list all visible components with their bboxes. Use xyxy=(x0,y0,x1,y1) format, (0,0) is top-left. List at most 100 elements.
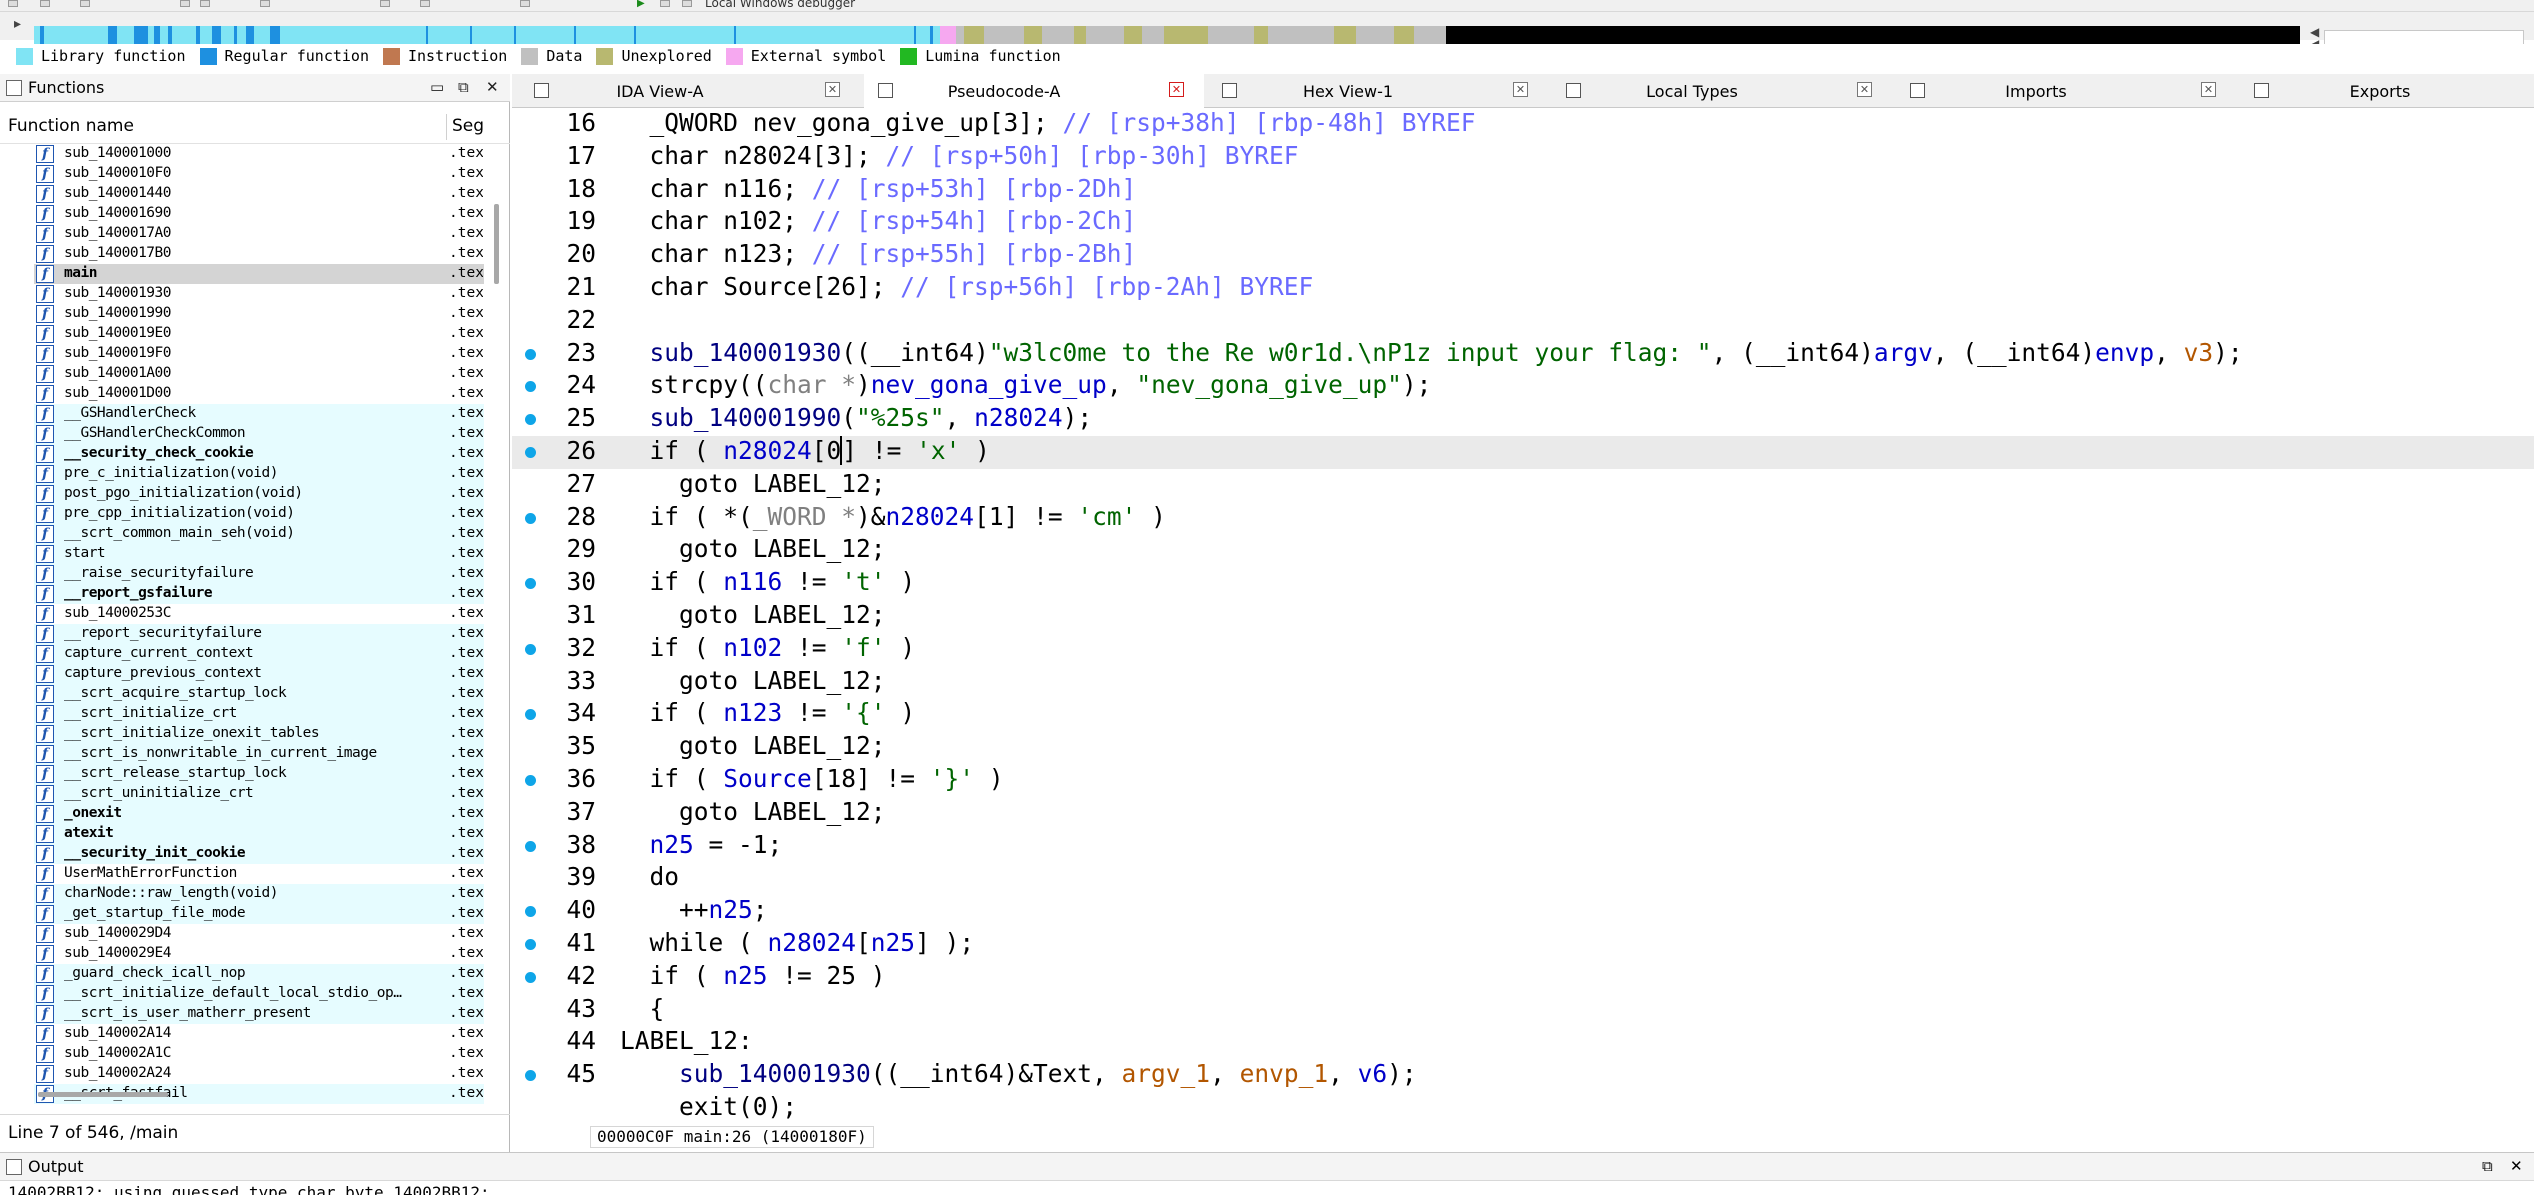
function-row[interactable]: f sub_1400017A0 .tex xyxy=(34,224,484,244)
function-row[interactable]: f _guard_check_icall_nop .tex xyxy=(34,964,484,984)
tab-pseudocode-a[interactable]: Pseudocode-A ✕ xyxy=(864,74,1204,108)
function-row[interactable]: f sub_1400019F0 .tex xyxy=(34,344,484,364)
function-row[interactable]: f pre_cpp_initialization(void) .tex xyxy=(34,504,484,524)
tab-exports[interactable]: Exports xyxy=(2240,74,2534,108)
function-row[interactable]: f sub_140002A14 .tex xyxy=(34,1024,484,1044)
nav-left-arrow-icon[interactable]: ▸ xyxy=(14,16,21,32)
toolbar-icon[interactable] xyxy=(180,0,190,7)
breakpoint-dot-icon[interactable] xyxy=(525,840,536,852)
code-line[interactable]: 43 { xyxy=(512,994,2534,1027)
breakpoint-dot-icon[interactable] xyxy=(525,709,536,721)
toolbar-icon[interactable] xyxy=(660,0,670,7)
code-line[interactable]: 36 if ( Source[18] != '}' ) xyxy=(512,764,2534,797)
function-row[interactable]: f sub_140001990 .tex xyxy=(34,304,484,324)
float-icon[interactable]: ⧉ xyxy=(2482,1157,2493,1175)
function-row[interactable]: f sub_140002A1C .tex xyxy=(34,1044,484,1064)
code-line[interactable]: exit(0); xyxy=(512,1092,2534,1125)
code-line[interactable]: 17 char n28024[3]; // [rsp+50h] [rbp-30h… xyxy=(512,141,2534,174)
code-line[interactable]: 26 if ( n28024[0] != 'x' ) xyxy=(512,436,2534,469)
debugger-selector[interactable]: Local Windows debugger xyxy=(705,0,855,10)
toolbar-icon[interactable] xyxy=(380,0,390,7)
close-icon[interactable]: ✕ xyxy=(486,78,499,96)
function-row[interactable]: f sub_1400019E0 .tex xyxy=(34,324,484,344)
function-row[interactable]: f __raise_securityfailure .tex xyxy=(34,564,484,584)
breakpoint-dot-icon[interactable] xyxy=(525,414,536,426)
function-row[interactable]: f atexit .tex xyxy=(34,824,484,844)
function-row[interactable]: f __scrt_release_startup_lock .tex xyxy=(34,764,484,784)
function-row[interactable]: f sub_1400029E4 .tex xyxy=(34,944,484,964)
tab-close-icon[interactable]: ✕ xyxy=(1857,82,1872,97)
breakpoint-dot-icon[interactable] xyxy=(525,643,536,655)
functions-horizontal-scrollbar[interactable] xyxy=(38,1092,168,1097)
tab-ida-view-a[interactable]: IDA View-A ✕ xyxy=(520,74,860,108)
function-row[interactable]: f sub_140001A00 .tex xyxy=(34,364,484,384)
code-line[interactable]: 41 while ( n28024[n25] ); xyxy=(512,928,2534,961)
tab-close-icon[interactable]: ✕ xyxy=(825,82,840,97)
function-row[interactable]: f _get_startup_file_mode .tex xyxy=(34,904,484,924)
function-row[interactable]: f __report_gsfailure .tex xyxy=(34,584,484,604)
function-row[interactable]: f __scrt_common_main_seh(void) .tex xyxy=(34,524,484,544)
function-row[interactable]: f _onexit .tex xyxy=(34,804,484,824)
function-row[interactable]: f sub_140002A24 .tex xyxy=(34,1064,484,1084)
function-row[interactable]: f __GSHandlerCheck .tex xyxy=(34,404,484,424)
float-icon[interactable]: ⧉ xyxy=(458,78,469,96)
code-line[interactable]: 23 sub_140001930((__int64)"w3lc0me to th… xyxy=(512,338,2534,371)
function-row[interactable]: f sub_1400010F0 .tex xyxy=(34,164,484,184)
function-row[interactable]: f __scrt_initialize_onexit_tables .tex xyxy=(34,724,484,744)
start-debugger-icon[interactable]: ▶ xyxy=(637,0,645,9)
breakpoint-dot-icon[interactable] xyxy=(525,1070,536,1082)
function-row[interactable]: f sub_14000253C .tex xyxy=(34,604,484,624)
code-line[interactable]: 39 do xyxy=(512,862,2534,895)
breakpoint-dot-icon[interactable] xyxy=(525,578,536,590)
column-function-name[interactable]: Function name xyxy=(8,116,134,136)
function-row[interactable]: f __scrt_uninitialize_crt .tex xyxy=(34,784,484,804)
code-line[interactable]: 32 if ( n102 != 'f' ) xyxy=(512,633,2534,666)
function-row[interactable]: f __GSHandlerCheckCommon .tex xyxy=(34,424,484,444)
function-row[interactable]: f main .tex xyxy=(34,264,484,284)
breakpoint-dot-icon[interactable] xyxy=(525,971,536,983)
tab-hex-view-1[interactable]: Hex View-1 ✕ xyxy=(1208,74,1548,108)
breakpoint-dot-icon[interactable] xyxy=(525,447,536,458)
function-row[interactable]: f __scrt_is_user_matherr_present .tex xyxy=(34,1004,484,1024)
toolbar-icon[interactable] xyxy=(8,0,18,7)
function-row[interactable]: f charNode::raw_length(void) .tex xyxy=(34,884,484,904)
toolbar-icon[interactable] xyxy=(420,0,430,7)
column-segment[interactable]: Seg xyxy=(452,116,484,136)
pseudocode-view[interactable]: 16 _QWORD nev_gona_give_up[3]; // [rsp+3… xyxy=(512,108,2534,1126)
function-row[interactable]: f UserMathErrorFunction .tex xyxy=(34,864,484,884)
code-line[interactable]: 16 _QWORD nev_gona_give_up[3]; // [rsp+3… xyxy=(512,108,2534,141)
toolbar-icon[interactable] xyxy=(682,0,692,7)
code-line[interactable]: 20 char n123; // [rsp+55h] [rbp-2Bh] xyxy=(512,239,2534,272)
toolbar-icon[interactable] xyxy=(520,0,530,7)
function-row[interactable]: f __security_check_cookie .tex xyxy=(34,444,484,464)
functions-vertical-scrollbar[interactable] xyxy=(494,204,499,284)
function-row[interactable]: f __report_securityfailure .tex xyxy=(34,624,484,644)
function-row[interactable]: f sub_140001000 .tex xyxy=(34,144,484,164)
function-row[interactable]: f __scrt_initialize_default_local_stdio_o… xyxy=(34,984,484,1004)
function-row[interactable]: f __scrt_is_nonwritable_in_current_image.… xyxy=(34,744,484,764)
column-separator[interactable] xyxy=(446,114,447,140)
tab-close-icon[interactable]: ✕ xyxy=(1169,82,1184,97)
code-line[interactable]: 33 goto LABEL_12; xyxy=(512,666,2534,699)
tab-close-icon[interactable]: ✕ xyxy=(2201,82,2216,97)
functions-list[interactable]: f sub_140001000 .tex f sub_1400010F0 .texf sub… xyxy=(34,144,484,1154)
tab-imports[interactable]: Imports ✕ xyxy=(1896,74,2236,108)
function-row[interactable]: f __security_init_cookie .tex xyxy=(34,844,484,864)
function-row[interactable]: f capture_previous_context .tex xyxy=(34,664,484,684)
code-line[interactable]: 19 char n102; // [rsp+54h] [rbp-2Ch] xyxy=(512,206,2534,239)
function-row[interactable]: f pre_c_initialization(void) .tex xyxy=(34,464,484,484)
function-row[interactable]: f sub_1400029D4 .tex xyxy=(34,924,484,944)
breakpoint-dot-icon[interactable] xyxy=(525,348,536,360)
function-row[interactable]: f __scrt_initialize_crt .tex xyxy=(34,704,484,724)
toolbar-icon[interactable] xyxy=(40,0,50,7)
breakpoint-dot-icon[interactable] xyxy=(525,775,536,786)
code-line[interactable]: 25 sub_140001990("%25s", n28024); xyxy=(512,403,2534,436)
function-row[interactable]: f post_pgo_initialization(void) .tex xyxy=(34,484,484,504)
function-row[interactable]: f sub_140001690 .tex xyxy=(34,204,484,224)
function-row[interactable]: f start .tex xyxy=(34,544,484,564)
function-row[interactable]: f sub_140001930 .tex xyxy=(34,284,484,304)
function-row[interactable]: f sub_1400017B0 .tex xyxy=(34,244,484,264)
code-line[interactable]: 18 char n116; // [rsp+53h] [rbp-2Dh] xyxy=(512,174,2534,207)
tab-close-icon[interactable]: ✕ xyxy=(1513,82,1528,97)
code-line[interactable]: 35 goto LABEL_12; xyxy=(512,731,2534,764)
